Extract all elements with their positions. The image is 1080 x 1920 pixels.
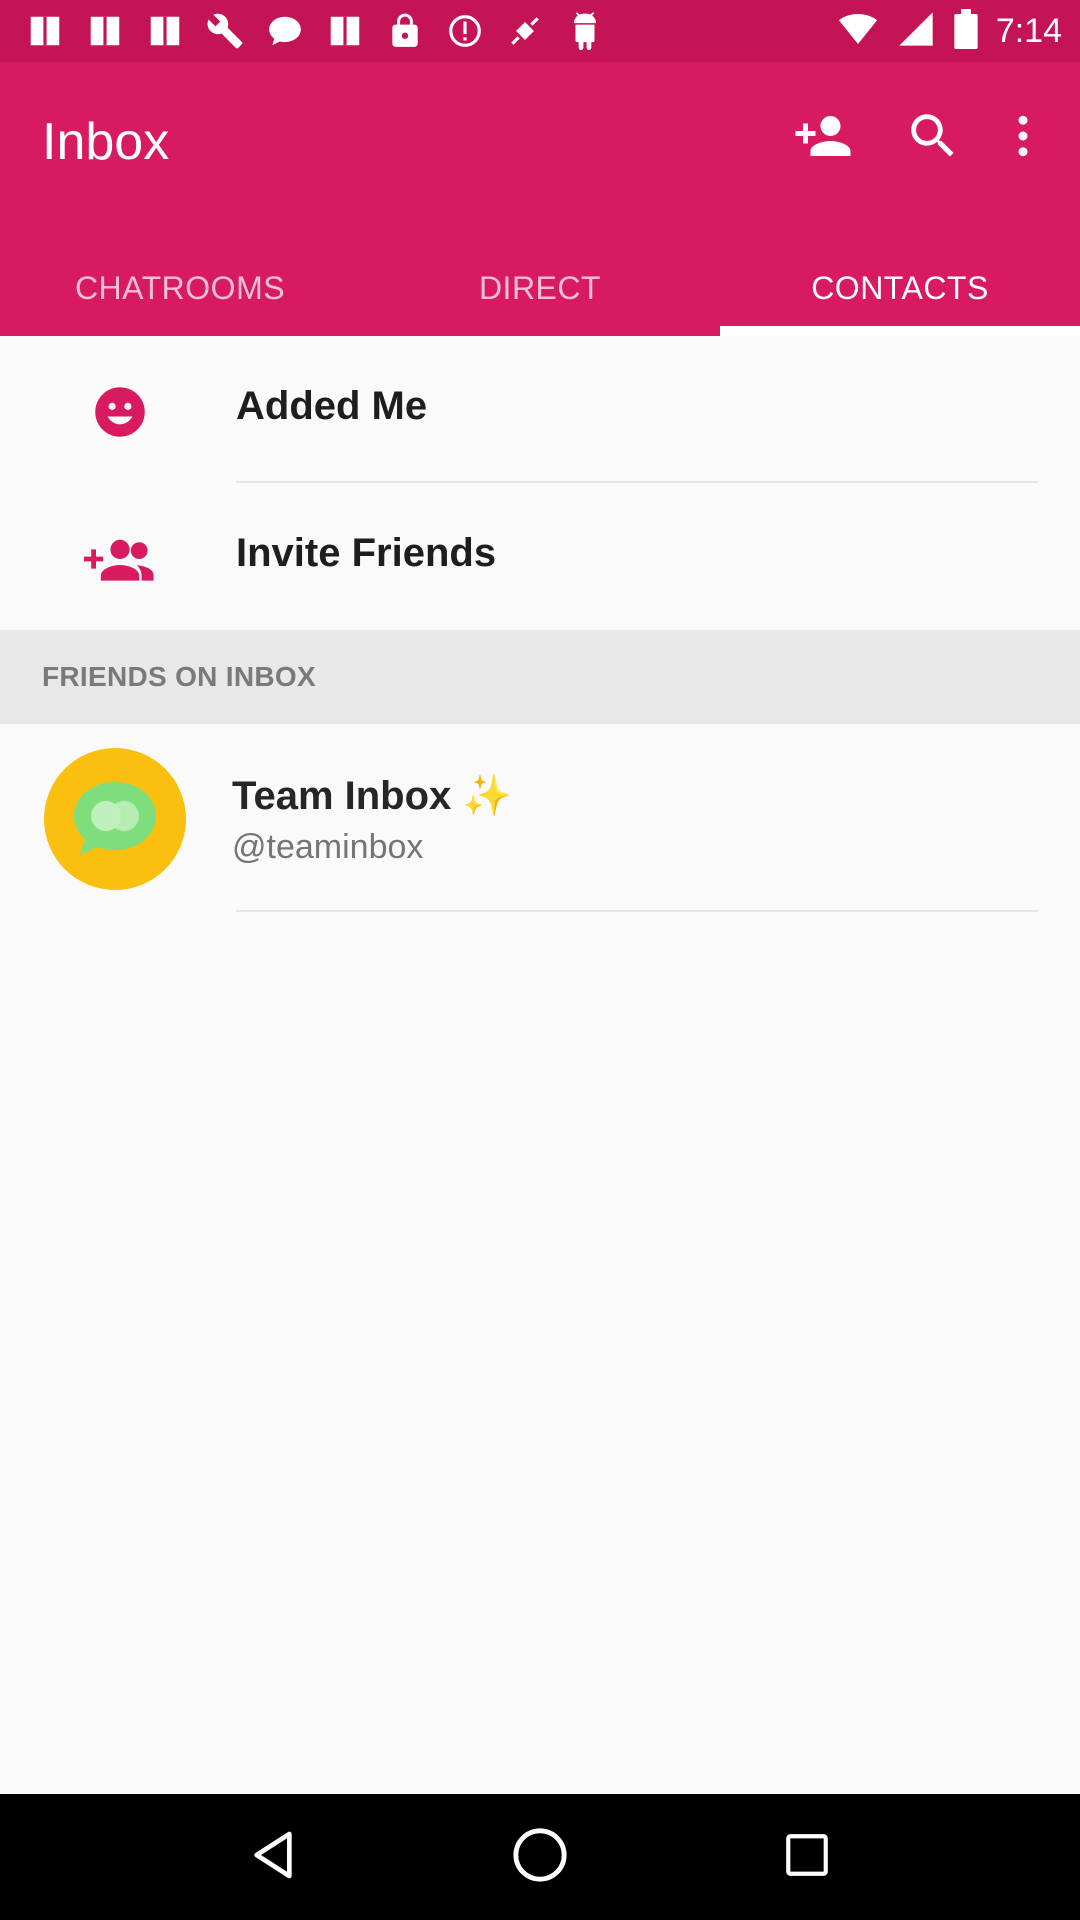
friend-list-item[interactable]: Team Inbox ✨ @teaminbox: [0, 724, 1080, 912]
added-me-label: Added Me: [236, 384, 428, 428]
notification-icon: [26, 12, 64, 50]
tab-contacts[interactable]: CONTACTS: [720, 240, 1080, 336]
friend-handle: @teaminbox: [232, 828, 424, 866]
divider: [236, 910, 1038, 912]
back-button[interactable]: [233, 1817, 313, 1897]
add-contact-icon: [793, 106, 853, 171]
tab-direct[interactable]: DIRECT: [360, 240, 720, 336]
status-notification-icons: [26, 12, 604, 51]
battery-icon: [954, 8, 978, 54]
more-vert-icon: [996, 109, 1050, 168]
team-inbox-logo: [74, 782, 156, 855]
recents-button[interactable]: [767, 1817, 847, 1897]
notification-icon: [326, 12, 364, 50]
home-icon: [511, 1826, 569, 1889]
invite-friends-label: Invite Friends: [236, 531, 497, 575]
sparkles-emoji: ✨: [462, 774, 513, 818]
status-bar: 7:14: [0, 0, 1080, 62]
lock-icon: [386, 12, 424, 50]
search-icon: [904, 107, 962, 170]
avatar[interactable]: [44, 748, 186, 890]
app-actions: [768, 98, 1058, 178]
app-title: Inbox: [42, 113, 170, 171]
search-button[interactable]: [878, 98, 988, 178]
more-options-button[interactable]: [988, 98, 1058, 178]
status-system-icons: 7:14: [838, 8, 1062, 54]
recents-icon: [782, 1830, 832, 1885]
invite-friends-item[interactable]: Invite Friends: [0, 483, 1080, 630]
smiley-icon: [84, 376, 156, 448]
add-contact-button[interactable]: [768, 98, 878, 178]
contacts-actions-list: Added Me Invite Friends: [0, 336, 1080, 630]
status-time: 7:14: [995, 11, 1062, 50]
alert-icon: [446, 12, 484, 50]
friend-name: Team Inbox ✨: [232, 772, 512, 819]
wifi-icon: [838, 9, 878, 54]
satellite-icon: [506, 12, 544, 50]
home-button[interactable]: [500, 1817, 580, 1897]
app-bar: Inbox CHATROOMS DIRECT CONTACTS: [0, 62, 1080, 336]
group-add-icon: [84, 523, 156, 595]
wrench-icon: [206, 12, 244, 50]
system-nav-bar: [0, 1794, 1080, 1920]
cell-signal-icon: [896, 9, 936, 54]
chat-bubble-icon: [266, 12, 304, 50]
notification-icon: [86, 12, 124, 50]
android-icon: [566, 12, 604, 51]
notification-icon: [146, 12, 184, 50]
added-me-item[interactable]: Added Me: [0, 336, 1080, 483]
back-icon: [245, 1827, 301, 1888]
tab-chatrooms[interactable]: CHATROOMS: [0, 240, 360, 336]
tab-bar: CHATROOMS DIRECT CONTACTS: [0, 240, 1080, 336]
section-header-friends: FRIENDS ON INBOX: [0, 630, 1080, 724]
friend-name-text: Team Inbox: [232, 774, 452, 818]
